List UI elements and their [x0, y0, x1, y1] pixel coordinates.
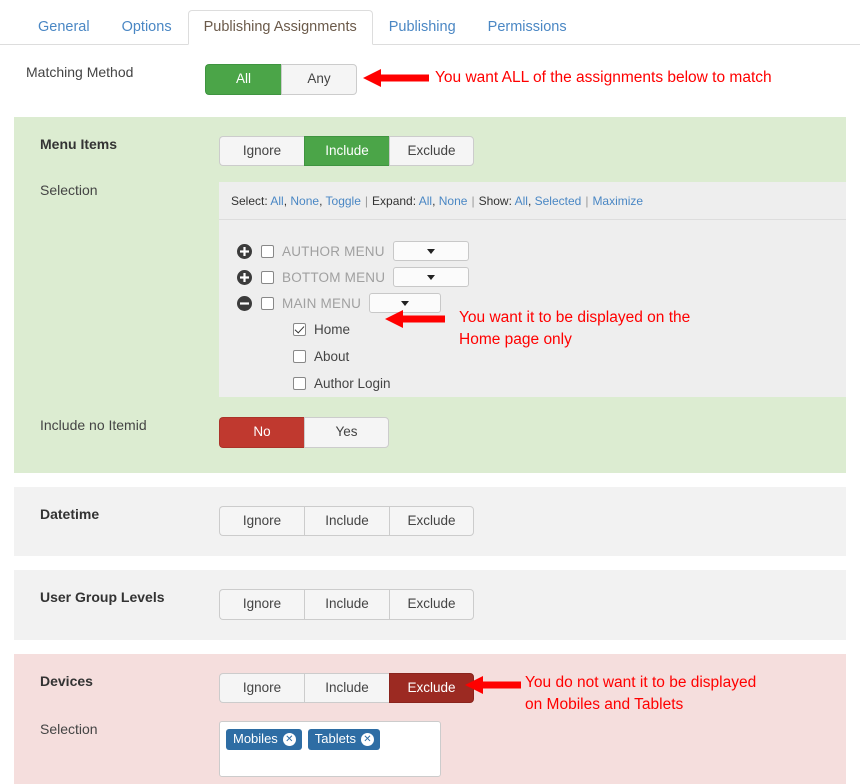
menu-select-author-menu[interactable]: [392, 241, 469, 262]
user-group-levels-exclude-button[interactable]: Exclude: [389, 589, 474, 620]
select-toggle-link[interactable]: Toggle: [326, 194, 361, 208]
chevron-down-icon: [401, 300, 410, 306]
expand-all-link[interactable]: All: [419, 194, 432, 208]
remove-tag-icon[interactable]: ✕: [361, 732, 374, 746]
expand-none-link[interactable]: None: [439, 194, 468, 208]
datetime-ignore-button[interactable]: Ignore: [219, 505, 304, 537]
devices-note: Keep in mind that device detection is no…: [14, 777, 846, 784]
menu-items-mode-toggle[interactable]: Ignore Include Exclude: [219, 135, 474, 167]
devices-mode-toggle[interactable]: Ignore Include Exclude: [219, 672, 474, 704]
tab-publishing[interactable]: Publishing: [373, 10, 472, 46]
expand-plus-icon[interactable]: [237, 243, 252, 259]
devices-tag-input[interactable]: Mobiles ✕ Tablets ✕: [219, 721, 441, 778]
show-all-link[interactable]: All: [515, 194, 528, 208]
chevron-down-icon: [427, 274, 436, 280]
matching-method-all-button[interactable]: All: [205, 64, 281, 95]
user-group-levels-section: User Group Levels Ignore Include Exclude: [14, 570, 846, 640]
tree-label-bottom-menu: BOTTOM MENU: [282, 269, 386, 285]
devices-exclude-button[interactable]: Exclude: [389, 672, 474, 704]
tree-node-author-menu: AUTHOR MENU: [237, 238, 846, 264]
remove-tag-icon[interactable]: ✕: [282, 732, 296, 746]
user-group-levels-title: User Group Levels: [40, 589, 165, 606]
matching-method-any-button[interactable]: Any: [281, 64, 357, 95]
show-selected-link[interactable]: Selected: [535, 194, 582, 208]
menu-items-selection-label: Selection: [40, 182, 98, 199]
devices-title: Devices: [40, 672, 93, 689]
user-group-levels-ignore-button[interactable]: Ignore: [219, 589, 304, 620]
tab-permissions[interactable]: Permissions: [472, 10, 583, 46]
menu-items-section: Menu Items Ignore Include Exclude Select…: [14, 116, 846, 473]
select-none-link[interactable]: None: [290, 194, 319, 208]
menu-items-exclude-button[interactable]: Exclude: [389, 135, 474, 167]
tree-node-author-login: Author Login: [237, 370, 846, 397]
chevron-down-icon: [426, 248, 435, 254]
tree-label-about: About: [314, 349, 350, 365]
tree-node-bottom-menu: BOTTOM MENU: [237, 264, 846, 290]
menu-items-title: Menu Items: [40, 135, 118, 152]
publishing-assignments-page: General Options Publishing Assignments P…: [0, 0, 860, 784]
user-group-levels-include-button[interactable]: Include: [304, 589, 389, 620]
checkbox-about[interactable]: [293, 350, 306, 364]
tab-publishing-assignments[interactable]: Publishing Assignments: [187, 9, 373, 45]
device-tag-label: Tablets: [314, 731, 356, 747]
include-no-itemid-toggle[interactable]: No Yes: [219, 417, 389, 448]
datetime-title: Datetime: [40, 505, 100, 522]
tree-label-author-menu: AUTHOR MENU: [282, 243, 385, 259]
device-tag-label: Mobiles: [233, 731, 278, 747]
user-group-levels-mode-toggle[interactable]: Ignore Include Exclude: [219, 589, 474, 620]
maximize-link[interactable]: Maximize: [592, 194, 643, 208]
matching-method-toggle[interactable]: All Any: [205, 64, 357, 95]
checkbox-author-login[interactable]: [293, 377, 306, 391]
datetime-include-button[interactable]: Include: [304, 505, 389, 537]
menu-items-header-row: Menu Items Ignore Include Exclude: [14, 117, 846, 167]
annotation-arrow-devices: [465, 676, 521, 694]
menu-selection-toolbar: Select: All, None, Toggle | Expand: All, N…: [219, 182, 846, 221]
matching-method-label: Matching Method: [26, 64, 134, 80]
datetime-mode-toggle[interactable]: Ignore Include Exclude: [219, 505, 474, 537]
expand-label: Expand:: [372, 194, 417, 209]
show-label: Show:: [478, 194, 512, 209]
devices-selection-label: Selection: [40, 721, 98, 738]
tab-general[interactable]: General: [22, 10, 106, 46]
checkbox-author-menu[interactable]: [261, 244, 274, 258]
checkbox-bottom-menu[interactable]: [261, 270, 274, 284]
tab-bar: General Options Publishing Assignments P…: [0, 0, 860, 45]
select-label: Select:: [231, 194, 268, 209]
tree-label-main-menu: MAIN MENU: [282, 295, 362, 311]
datetime-exclude-button[interactable]: Exclude: [389, 505, 474, 537]
device-tag-tablets[interactable]: Tablets ✕: [307, 729, 380, 751]
user-group-levels-header-row: User Group Levels Ignore Include Exclude: [14, 570, 846, 640]
devices-ignore-button[interactable]: Ignore: [219, 672, 304, 704]
menu-items-selection-row: Selection Select: All, None, Toggle | Expa…: [14, 166, 846, 398]
tree-label-author-login: Author Login: [314, 376, 391, 392]
menu-select-bottom-menu[interactable]: [393, 267, 470, 288]
include-no-itemid-no-button[interactable]: No: [219, 417, 304, 448]
include-no-itemid-row: Include no Itemid No Yes: [14, 397, 846, 473]
checkbox-main-menu[interactable]: [261, 296, 274, 310]
menu-selection-panel: Select: All, None, Toggle | Expand: All, N…: [219, 182, 846, 398]
tab-options[interactable]: Options: [106, 10, 188, 46]
select-all-link[interactable]: All: [270, 194, 283, 208]
annotation-arrow-matching: [363, 69, 429, 87]
collapse-minus-icon[interactable]: [237, 295, 252, 311]
datetime-section: Datetime Ignore Include Exclude: [14, 486, 846, 557]
menu-items-ignore-button[interactable]: Ignore: [219, 135, 304, 167]
annotation-devices-text: You do not want it to be displayed on Mo…: [525, 674, 757, 713]
checkbox-home[interactable]: [293, 323, 306, 337]
datetime-header-row: Datetime Ignore Include Exclude: [14, 487, 846, 557]
annotation-matching-text: You want ALL of the assignments below to…: [435, 69, 772, 86]
annotation-arrow-home: [385, 310, 445, 328]
tree-label-home: Home: [314, 322, 351, 338]
device-tag-mobiles[interactable]: Mobiles ✕: [226, 729, 302, 751]
annotation-home-text: You want it to be displayed on the Home …: [459, 309, 691, 348]
include-no-itemid-yes-button[interactable]: Yes: [304, 417, 389, 448]
include-no-itemid-label: Include no Itemid: [40, 417, 147, 434]
expand-plus-icon[interactable]: [237, 269, 252, 285]
devices-include-button[interactable]: Include: [304, 672, 389, 704]
menu-items-include-button[interactable]: Include: [304, 135, 389, 167]
